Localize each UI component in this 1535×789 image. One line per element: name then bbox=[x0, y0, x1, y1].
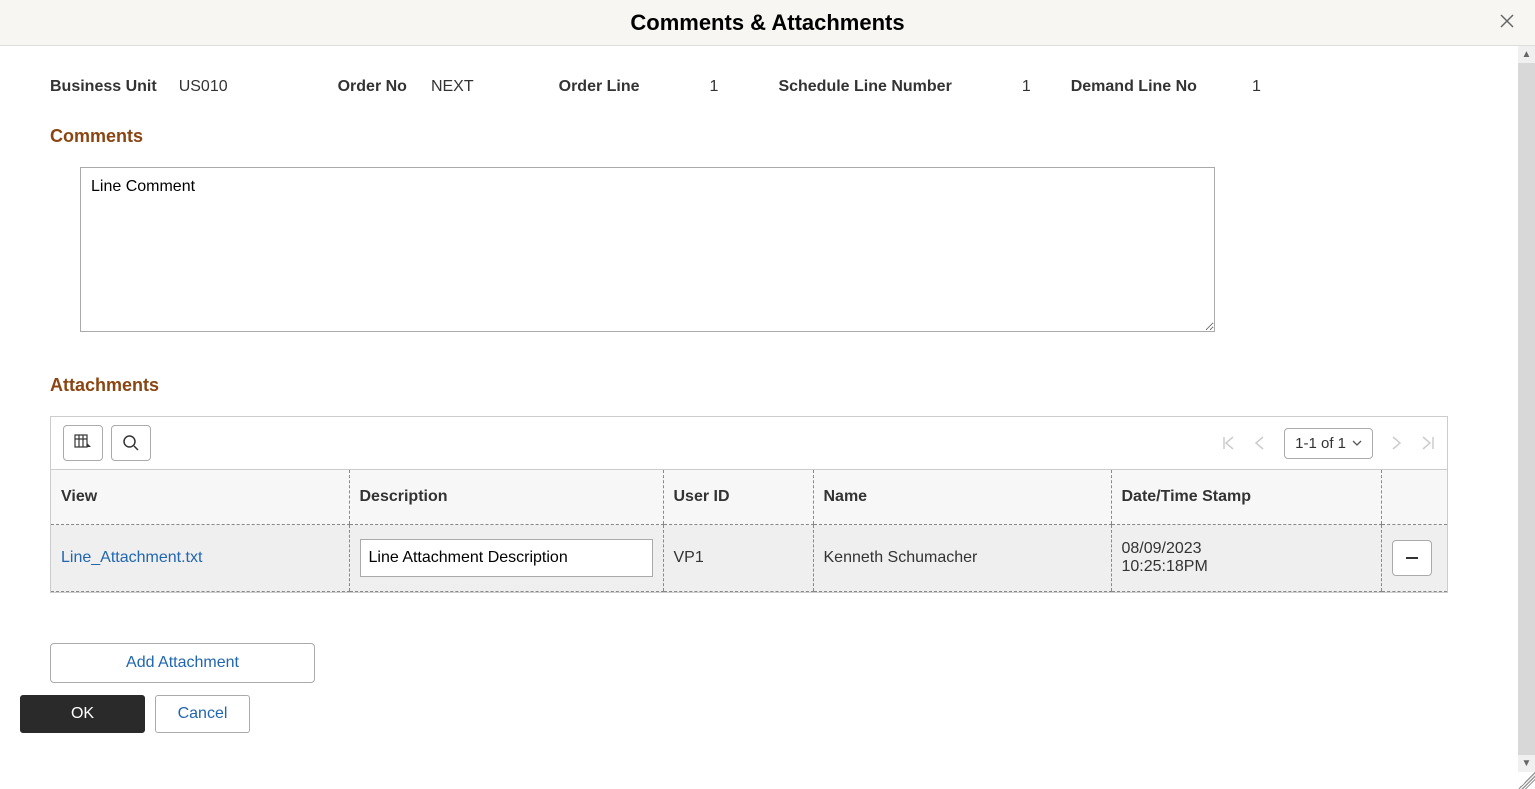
attachment-time: 10:25:18PM bbox=[1122, 558, 1371, 576]
table-row: Line_Attachment.txt VP1 Kenneth Schumach… bbox=[51, 525, 1447, 592]
page-indicator[interactable]: 1-1 of 1 bbox=[1284, 428, 1373, 459]
attachments-table: View Description User ID Name Date/Time … bbox=[51, 469, 1447, 592]
cancel-button[interactable]: Cancel bbox=[155, 695, 250, 733]
order-no-label: Order No bbox=[338, 78, 407, 96]
scrollbar-track[interactable] bbox=[1518, 63, 1535, 755]
order-line-value: 1 bbox=[710, 78, 719, 96]
next-page-icon[interactable] bbox=[1391, 436, 1403, 450]
chevron-down-icon bbox=[1352, 440, 1362, 446]
order-line-label: Order Line bbox=[559, 78, 640, 96]
ok-button[interactable]: OK bbox=[20, 695, 145, 733]
close-icon[interactable] bbox=[1499, 12, 1515, 35]
search-icon[interactable] bbox=[111, 425, 151, 461]
grid-toolbar: 1-1 of 1 bbox=[51, 417, 1447, 469]
attachment-user-id: VP1 bbox=[663, 525, 813, 592]
personalize-icon[interactable] bbox=[63, 425, 103, 461]
demand-line-label: Demand Line No bbox=[1071, 78, 1197, 96]
table-header-row: View Description User ID Name Date/Time … bbox=[51, 470, 1447, 525]
attachment-date: 08/09/2023 bbox=[1122, 540, 1371, 558]
order-no-value: NEXT bbox=[431, 78, 474, 96]
page-indicator-text: 1-1 of 1 bbox=[1295, 435, 1346, 452]
attachment-name: Kenneth Schumacher bbox=[813, 525, 1111, 592]
last-page-icon[interactable] bbox=[1421, 436, 1435, 450]
schedule-line-value: 1 bbox=[1022, 78, 1031, 96]
business-unit-value: US010 bbox=[179, 78, 228, 96]
demand-line-value: 1 bbox=[1252, 78, 1261, 96]
comments-heading: Comments bbox=[50, 126, 1468, 147]
info-row: Business Unit US010 Order No NEXT Order … bbox=[50, 78, 1468, 96]
scroll-down-arrow[interactable]: ▼ bbox=[1518, 755, 1535, 772]
attachments-grid: 1-1 of 1 View bbox=[50, 416, 1448, 593]
modal-header: Comments & Attachments bbox=[0, 0, 1535, 46]
business-unit-label: Business Unit bbox=[50, 78, 157, 96]
add-attachment-button[interactable]: Add Attachment bbox=[50, 643, 315, 683]
col-name[interactable]: Name bbox=[813, 470, 1111, 525]
schedule-line-label: Schedule Line Number bbox=[778, 78, 951, 96]
first-page-icon[interactable] bbox=[1222, 436, 1236, 450]
col-datetime[interactable]: Date/Time Stamp bbox=[1111, 470, 1381, 525]
attachment-description-input[interactable] bbox=[360, 539, 653, 577]
modal-title: Comments & Attachments bbox=[630, 10, 904, 36]
col-view[interactable]: View bbox=[51, 470, 349, 525]
comments-textarea[interactable] bbox=[80, 167, 1215, 332]
attachment-datetime: 08/09/2023 10:25:18PM bbox=[1111, 525, 1381, 592]
resize-grip-icon[interactable] bbox=[1518, 772, 1535, 789]
attachment-view-link[interactable]: Line_Attachment.txt bbox=[61, 549, 202, 566]
scroll-up-arrow[interactable]: ▲ bbox=[1518, 46, 1535, 63]
content-area: Business Unit US010 Order No NEXT Order … bbox=[0, 46, 1518, 772]
delete-row-button[interactable] bbox=[1392, 540, 1432, 576]
col-user-id[interactable]: User ID bbox=[663, 470, 813, 525]
prev-page-icon[interactable] bbox=[1254, 436, 1266, 450]
attachments-heading: Attachments bbox=[50, 375, 1468, 396]
col-actions bbox=[1381, 470, 1447, 525]
col-description[interactable]: Description bbox=[349, 470, 663, 525]
